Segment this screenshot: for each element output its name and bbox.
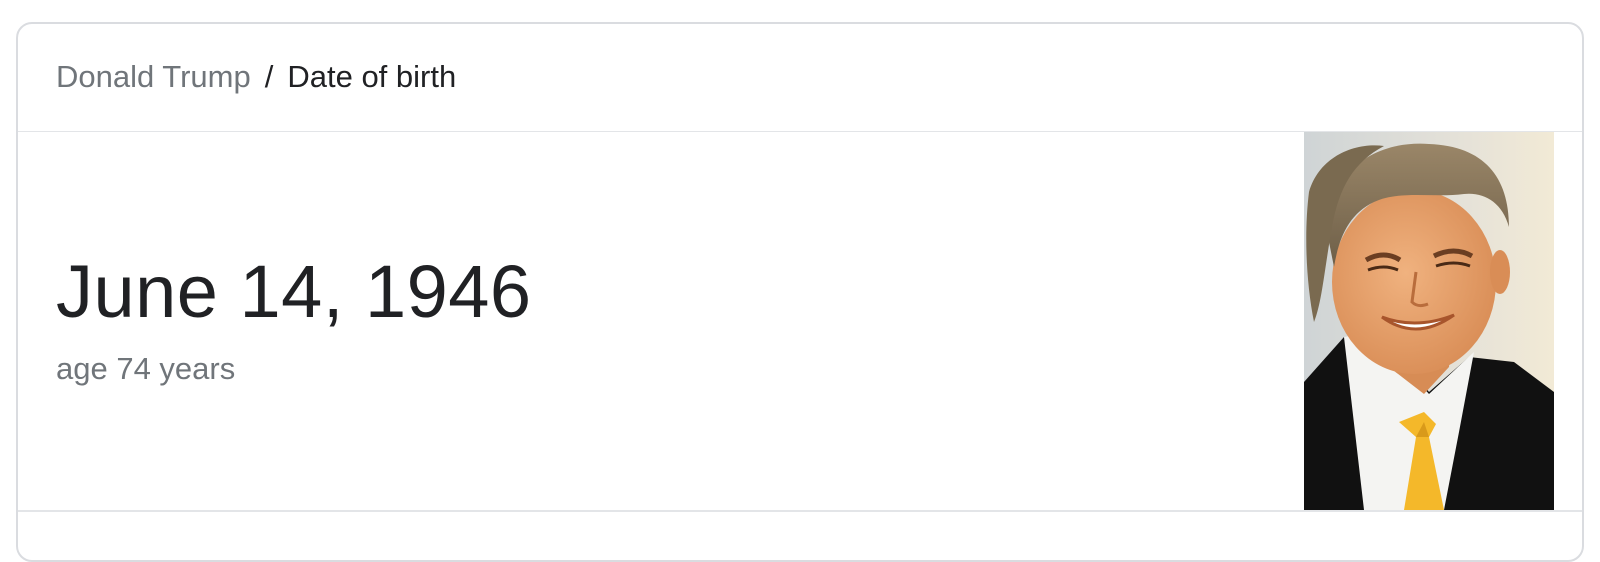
bottom-divider — [18, 510, 1582, 512]
breadcrumb-separator: / — [264, 59, 274, 94]
card-header: Donald Trump / Date of birth — [18, 24, 1582, 132]
answer-age: age 74 years — [56, 351, 236, 386]
knowledge-panel-card: Donald Trump / Date of birth June 14, 1946… — [16, 22, 1584, 562]
answer-date: June 14, 1946 — [56, 250, 532, 333]
breadcrumb-attribute: Date of birth — [287, 59, 457, 94]
breadcrumb-entity-link[interactable]: Donald Trump — [56, 59, 251, 94]
portrait-photo[interactable] — [1304, 132, 1554, 510]
breadcrumb: Donald Trump / Date of birth — [56, 58, 456, 96]
